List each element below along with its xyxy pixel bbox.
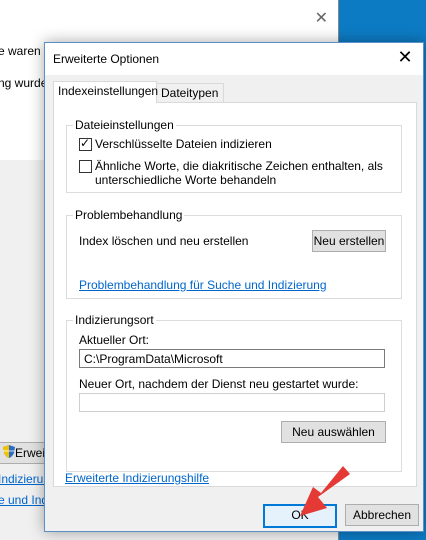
group-index-location-legend: Indizierungsort (73, 313, 156, 327)
encrypted-files-label: Verschlüsselte Dateien indizieren (95, 137, 272, 151)
rebuild-index-text: Index löschen und neu erstellen (79, 234, 249, 248)
dialog-titlebar[interactable]: Erweiterte Optionen ✕ (45, 43, 423, 75)
rebuild-button-label: Neu erstellen (313, 234, 385, 248)
group-index-location: Indizierungsort Aktueller Ort: C:\Progra… (66, 313, 402, 472)
new-location-field[interactable] (79, 393, 385, 412)
new-location-label: Neuer Ort, nachdem der Dienst neu gestar… (79, 377, 359, 391)
cancel-button[interactable]: Abbrechen (345, 504, 419, 526)
select-new-button-label: Neu auswählen (292, 425, 375, 439)
current-location-field[interactable]: C:\ProgramData\Microsoft (79, 349, 385, 368)
diacritics-label-line1: Ähnliche Worte, die diakritische Zeichen… (95, 159, 383, 173)
select-new-button[interactable]: Neu auswählen (281, 421, 386, 443)
dialog-title: Erweiterte Optionen (53, 52, 160, 66)
close-icon[interactable]: ✕ (395, 47, 415, 68)
background-text-line2: ng wurde (0, 76, 48, 90)
rebuild-button[interactable]: Neu erstellen (312, 230, 386, 252)
group-troubleshooting-legend: Problembehandlung (73, 208, 185, 222)
group-file-settings-legend: Dateieinstellungen (73, 118, 176, 132)
ok-button-label: OK (291, 508, 309, 522)
diacritics-checkbox[interactable] (79, 160, 92, 173)
tab-file-types[interactable]: Dateitypen (156, 83, 224, 102)
background-close-icon[interactable]: ✕ (315, 8, 328, 28)
tab-index-settings[interactable]: Indexeinstellungen (53, 81, 159, 103)
tab-file-types-label: Dateitypen (161, 86, 219, 100)
tab-panel: Dateieinstellungen Verschlüsselte Dateie… (53, 102, 417, 487)
encrypted-files-checkbox[interactable] (79, 136, 92, 151)
advanced-indexing-help-link[interactable]: Erweiterte Indizierungshilfe (65, 471, 209, 485)
current-location-label: Aktueller Ort: (79, 333, 150, 347)
diacritics-label-line2: unterschiedliche Worte behandeln (95, 173, 277, 187)
group-troubleshooting: Problembehandlung Index löschen und neu … (66, 208, 402, 299)
tab-index-settings-label: Indexeinstellungen (58, 84, 159, 98)
troubleshooting-link[interactable]: Problembehandlung für Suche und Indizier… (79, 278, 327, 292)
advanced-options-dialog: Erweiterte Optionen ✕ Indexeinstellungen… (44, 42, 424, 532)
ok-button[interactable]: OK (263, 504, 337, 528)
group-file-settings: Dateieinstellungen Verschlüsselte Dateie… (66, 118, 402, 193)
shield-icon (3, 444, 15, 464)
cancel-button-label: Abbrechen (352, 508, 412, 522)
